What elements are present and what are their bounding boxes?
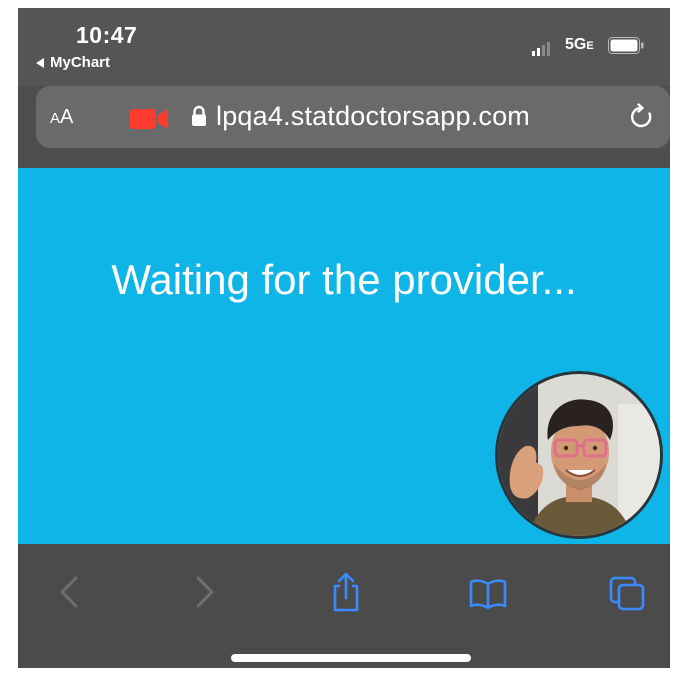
tabs-icon[interactable] — [608, 570, 648, 614]
network-suffix: E — [586, 40, 594, 52]
home-indicator[interactable] — [231, 654, 471, 662]
back-icon[interactable] — [50, 570, 90, 614]
signal-strength-icon — [532, 42, 550, 56]
browser-toolbar — [18, 544, 670, 668]
network-indicator: 5GE — [565, 36, 594, 54]
share-icon[interactable] — [326, 570, 366, 614]
back-app-label: MyChart — [50, 54, 111, 71]
battery-icon — [608, 37, 644, 54]
forward-icon[interactable] — [184, 570, 224, 614]
waiting-message: Waiting for the provider... — [111, 256, 577, 303]
status-time: 10:47 — [76, 22, 138, 48]
back-triangle-icon — [36, 57, 44, 68]
phone-screen: 10:47 MyChart 5GE AA lpqa4.statdoctorsap… — [18, 8, 670, 668]
self-view-avatar — [498, 374, 660, 536]
address-bar[interactable]: AA lpqa4.statdoctorsapp.com — [36, 86, 670, 148]
text-size-small-a: A — [50, 110, 61, 127]
url-text[interactable]: lpqa4.statdoctorsapp.com — [216, 101, 530, 132]
lock-icon — [192, 105, 206, 126]
bookmarks-icon[interactable] — [468, 570, 508, 614]
back-to-app-button[interactable]: MyChart — [36, 54, 110, 71]
network-label: 5G — [565, 36, 587, 53]
reload-icon[interactable] — [628, 103, 656, 131]
self-view-video[interactable] — [498, 374, 660, 536]
video-camera-icon[interactable] — [130, 108, 170, 130]
video-visit-content: Waiting for the provider... — [18, 168, 670, 544]
text-size-button[interactable]: AA — [50, 106, 73, 129]
text-size-large-a: A — [60, 106, 74, 128]
status-bar: 10:47 MyChart 5GE — [18, 8, 670, 86]
